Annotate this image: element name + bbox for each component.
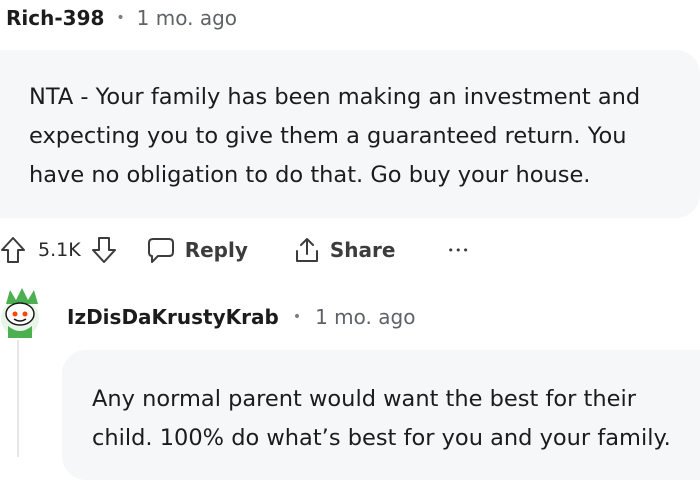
more-options-button[interactable]: •••: [447, 244, 469, 257]
comment1-author[interactable]: Rich-398: [6, 6, 104, 30]
upvote-arrow-icon[interactable]: [0, 236, 26, 264]
more-dots-icon: •••: [447, 243, 470, 257]
snoo-avatar-icon[interactable]: [0, 284, 44, 342]
comment2-body: Any normal parent would want the best fo…: [62, 350, 700, 480]
share-label: Share: [329, 238, 396, 262]
comment1-header: Rich-398 • 1 mo. ago: [6, 3, 237, 33]
share-upload-icon: [294, 236, 320, 264]
reply-button[interactable]: Reply: [147, 236, 248, 264]
comment1-action-bar: 5.1K Reply Share •••: [0, 228, 470, 272]
downvote-arrow-icon[interactable]: [91, 236, 117, 264]
comment1-timestamp[interactable]: 1 mo. ago: [137, 6, 237, 30]
comment1-text: NTA - Your family has been making an inv…: [29, 84, 641, 188]
vote-score: 5.1K: [38, 239, 81, 261]
thread-line[interactable]: [17, 340, 19, 457]
share-button[interactable]: Share: [294, 236, 396, 264]
comment2-timestamp[interactable]: 1 mo. ago: [315, 305, 415, 329]
reply-label: Reply: [184, 238, 248, 262]
comment2-text: Any normal parent would want the best fo…: [92, 386, 671, 451]
comment1-body: NTA - Your family has been making an inv…: [0, 50, 700, 218]
comment2-author[interactable]: IzDisDaKrustyKrab: [67, 305, 279, 329]
meta-separator: •: [292, 309, 302, 325]
vote-controls: 5.1K: [0, 236, 117, 264]
meta-separator: •: [116, 10, 125, 26]
comment2-header: IzDisDaKrustyKrab • 1 mo. ago: [67, 302, 415, 332]
speech-bubble-icon: [147, 236, 175, 264]
